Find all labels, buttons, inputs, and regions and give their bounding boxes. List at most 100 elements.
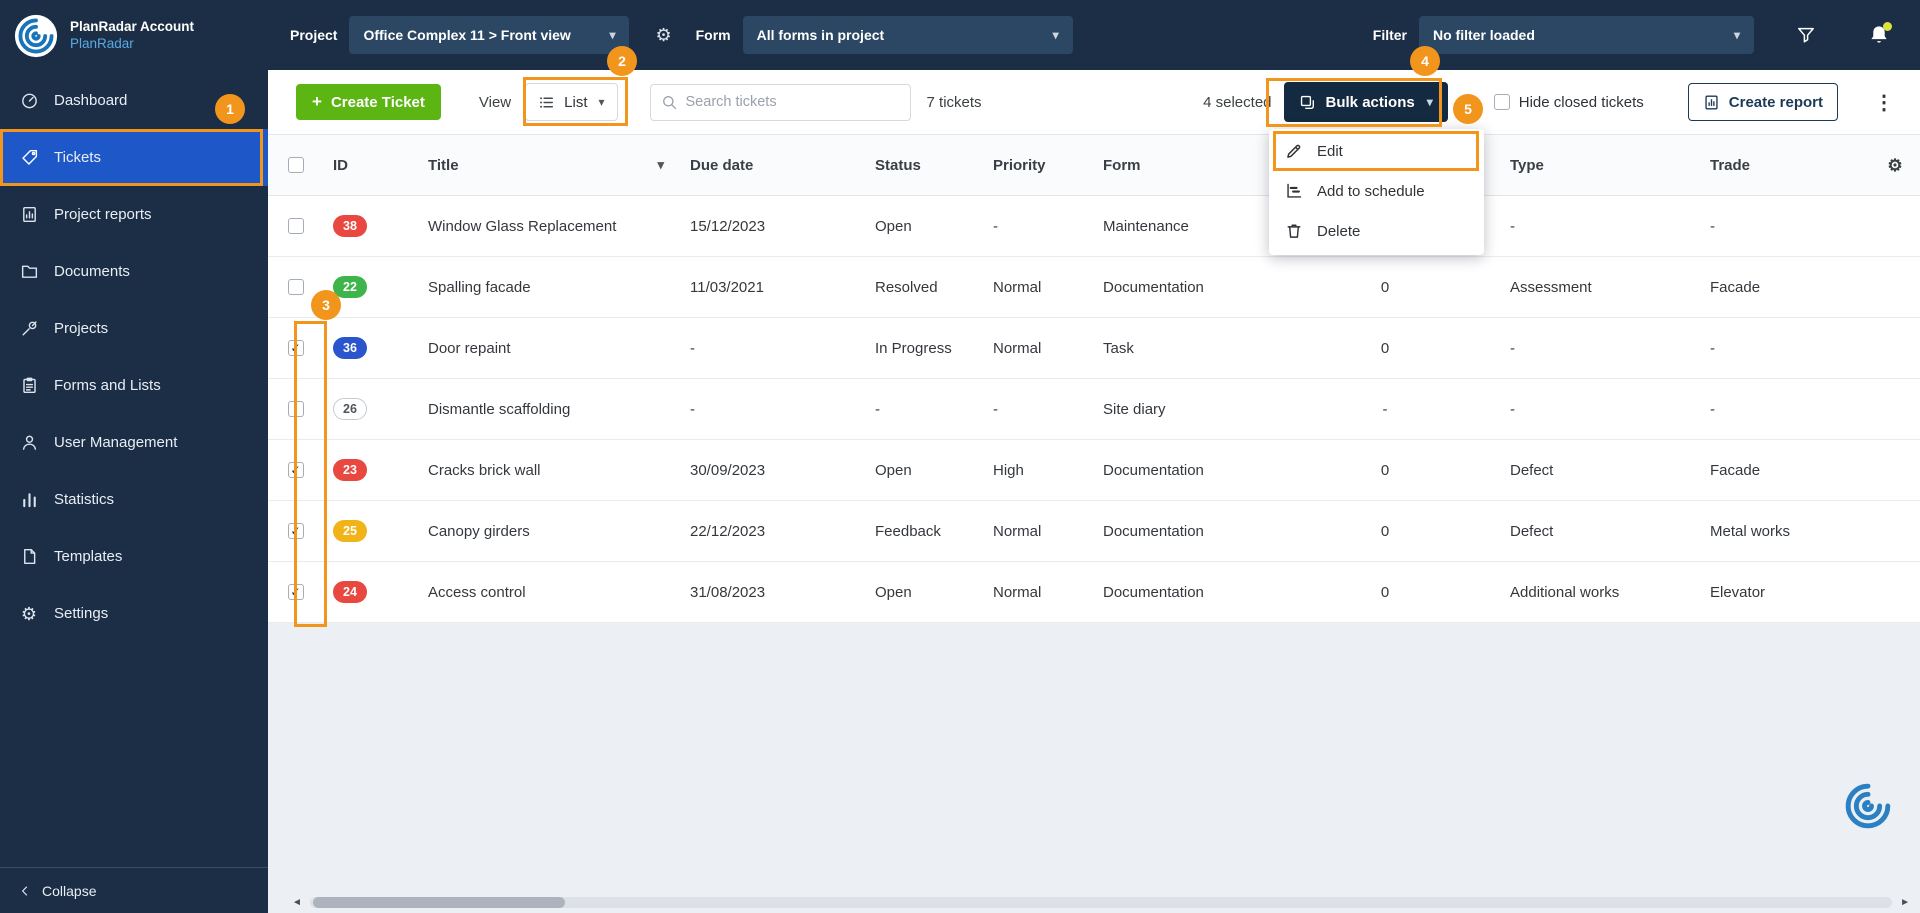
ticket-due-date: 31/08/2023 bbox=[690, 583, 766, 601]
menu-item-edit[interactable]: Edit bbox=[1269, 131, 1484, 171]
sidebar-item-dashboard[interactable]: Dashboard bbox=[0, 72, 268, 129]
sidebar-item-settings[interactable]: ⚙ Settings bbox=[0, 585, 268, 642]
hide-closed-tickets-toggle[interactable]: Hide closed tickets bbox=[1493, 93, 1644, 111]
column-header-trade[interactable]: Trade bbox=[1700, 157, 1870, 174]
row-checkbox[interactable]: ✓ bbox=[287, 340, 304, 356]
scroll-right-icon[interactable]: ► bbox=[1900, 897, 1910, 908]
sidebar-item-label: Tickets bbox=[54, 149, 101, 166]
form-dropdown[interactable]: All forms in project ▾ bbox=[742, 16, 1073, 54]
scrollbar-track[interactable] bbox=[309, 896, 1893, 908]
ticket-form: Documentation bbox=[1103, 583, 1204, 601]
hide-closed-checkbox[interactable] bbox=[1493, 94, 1510, 110]
account-label: PlanRadar Account bbox=[70, 19, 195, 35]
column-header-id[interactable]: ID bbox=[323, 157, 408, 174]
view-mode-dropdown[interactable]: List ▾ bbox=[525, 83, 618, 121]
row-checkbox[interactable] bbox=[287, 401, 304, 417]
column-header-form[interactable]: Form bbox=[1085, 157, 1280, 174]
project-label: Project bbox=[290, 27, 338, 43]
tickets-icon bbox=[19, 148, 39, 167]
ticket-due-date: 15/12/2023 bbox=[690, 217, 766, 235]
notification-dot bbox=[1883, 22, 1892, 31]
search-icon bbox=[661, 94, 678, 111]
account-header[interactable]: PlanRadar Account PlanRadar bbox=[0, 0, 268, 72]
collapse-button[interactable]: Collapse bbox=[0, 867, 268, 913]
view-mode-value: List bbox=[564, 93, 588, 111]
row-checkbox[interactable] bbox=[287, 279, 304, 295]
ticket-title[interactable]: Cracks brick wall bbox=[408, 462, 680, 479]
ticket-trade: Elevator bbox=[1710, 583, 1766, 601]
scroll-left-icon[interactable]: ◄ bbox=[292, 897, 302, 908]
notifications-bell-icon[interactable] bbox=[1868, 22, 1892, 46]
table-row[interactable]: 38 Window Glass Replacement 15/12/2023 O… bbox=[268, 196, 1920, 257]
filter-funnel-icon[interactable] bbox=[1796, 25, 1816, 45]
sidebar-item-forms-and-lists[interactable]: Forms and Lists bbox=[0, 357, 268, 414]
bulk-actions-button[interactable]: Bulk actions ▾ bbox=[1283, 82, 1448, 122]
filter-dropdown[interactable]: No filter loaded ▾ bbox=[1419, 16, 1754, 54]
table-row[interactable]: 22 Spalling facade 11/03/2021 Resolved N… bbox=[268, 257, 1920, 318]
pencil-icon bbox=[1285, 142, 1303, 160]
column-settings-gear-icon[interactable]: ⚙ bbox=[1887, 157, 1902, 174]
sidebar-item-user-management[interactable]: User Management bbox=[0, 414, 268, 471]
content-background bbox=[268, 623, 1920, 891]
settings-icon: ⚙ bbox=[20, 603, 38, 624]
hide-closed-label: Hide closed tickets bbox=[1518, 93, 1644, 111]
dashboard-icon bbox=[19, 91, 39, 110]
table-row[interactable]: ✓ 23 Cracks brick wall 30/09/2023 Open H… bbox=[268, 440, 1920, 501]
tickets-table: ID Title ▾ Due date Status Priority Form… bbox=[268, 135, 1920, 623]
scrollbar-thumb[interactable] bbox=[312, 896, 565, 908]
ticket-form: Documentation bbox=[1103, 278, 1204, 296]
sidebar-item-tickets[interactable]: Tickets bbox=[0, 129, 268, 186]
planradar-watermark-icon bbox=[1840, 778, 1896, 834]
ticket-priority: Normal bbox=[993, 583, 1042, 601]
ticket-title[interactable]: Dismantle scaffolding bbox=[408, 401, 680, 418]
sidebar-item-label: User Management bbox=[54, 434, 178, 451]
project-settings-gear-icon[interactable]: ⚙ bbox=[655, 26, 671, 44]
sidebar-item-label: Statistics bbox=[54, 491, 115, 508]
sidebar-item-projects[interactable]: Projects bbox=[0, 300, 268, 357]
column-header-status[interactable]: Status bbox=[855, 157, 975, 174]
sidebar-item-project-reports[interactable]: Project reports bbox=[0, 186, 268, 243]
ticket-priority: Normal bbox=[993, 278, 1042, 296]
row-checkbox[interactable] bbox=[287, 218, 304, 234]
column-header-priority[interactable]: Priority bbox=[975, 157, 1085, 174]
menu-item-add-to-schedule[interactable]: Add to schedule bbox=[1269, 171, 1484, 211]
ticket-id-badge: 25 bbox=[333, 520, 367, 542]
column-header-due-date[interactable]: Due date bbox=[680, 157, 855, 174]
chevron-down-icon: ▾ bbox=[1733, 28, 1740, 42]
row-checkbox[interactable]: ✓ bbox=[287, 523, 304, 539]
ticket-title[interactable]: Spalling facade bbox=[408, 279, 680, 296]
ticket-id-badge: 22 bbox=[333, 276, 367, 298]
row-checkbox[interactable]: ✓ bbox=[287, 462, 304, 478]
sidebar-item-statistics[interactable]: Statistics bbox=[0, 471, 268, 528]
list-view-icon bbox=[538, 94, 555, 111]
table-header-row: ID Title ▾ Due date Status Priority Form… bbox=[268, 135, 1920, 196]
view-label: View bbox=[478, 93, 512, 111]
search-input[interactable] bbox=[685, 94, 900, 110]
table-row[interactable]: ✓ 36 Door repaint - In Progress Normal T… bbox=[268, 318, 1920, 379]
ticket-title[interactable]: Access control bbox=[408, 584, 680, 601]
table-row[interactable]: ✓ 25 Canopy girders 22/12/2023 Feedback … bbox=[268, 501, 1920, 562]
ticket-title[interactable]: Window Glass Replacement bbox=[408, 218, 680, 235]
create-ticket-button[interactable]: + Create Ticket bbox=[296, 84, 441, 120]
row-checkbox[interactable]: ✓ bbox=[287, 584, 304, 600]
select-all-checkbox[interactable] bbox=[287, 157, 304, 173]
schedule-chart-icon bbox=[1285, 182, 1303, 200]
column-header-type[interactable]: Type bbox=[1490, 157, 1700, 174]
ticket-title[interactable]: Canopy girders bbox=[408, 523, 680, 540]
table-row[interactable]: 26 Dismantle scaffolding - - - Site diar… bbox=[268, 379, 1920, 440]
table-row[interactable]: ✓ 24 Access control 31/08/2023 Open Norm… bbox=[268, 562, 1920, 623]
sidebar-item-templates[interactable]: Templates bbox=[0, 528, 268, 585]
menu-item-delete[interactable]: Delete bbox=[1269, 211, 1484, 251]
sort-caret-icon[interactable]: ▾ bbox=[657, 157, 664, 173]
ticket-status: Feedback bbox=[875, 522, 941, 540]
chevron-down-icon: ▾ bbox=[1426, 95, 1433, 109]
column-header-title[interactable]: Title bbox=[428, 157, 459, 174]
create-report-button[interactable]: Create report bbox=[1687, 83, 1838, 121]
ticket-title[interactable]: Door repaint bbox=[408, 340, 680, 357]
ticket-due-date: 11/03/2021 bbox=[690, 278, 764, 296]
kebab-menu-icon[interactable]: ⋮ bbox=[1874, 90, 1894, 115]
ticket-type: - bbox=[1510, 339, 1515, 357]
sidebar-item-documents[interactable]: Documents bbox=[0, 243, 268, 300]
project-dropdown[interactable]: Office Complex 11 > Front view ▾ bbox=[349, 16, 630, 54]
project-dropdown-value: Office Complex 11 > Front view bbox=[363, 27, 571, 43]
